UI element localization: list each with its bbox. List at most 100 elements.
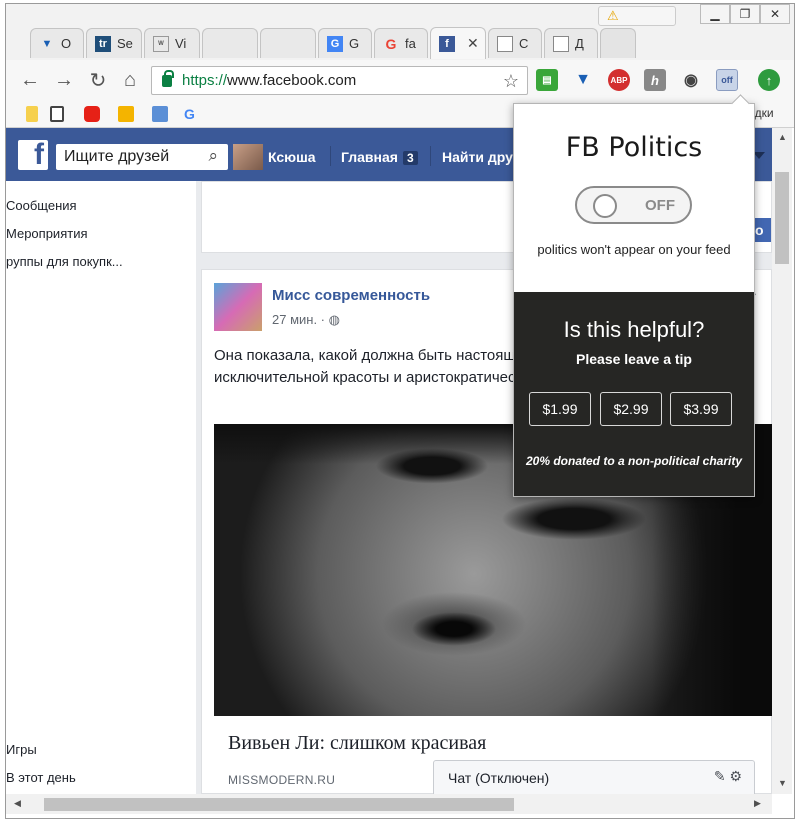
close-tab-icon[interactable]: ✕ bbox=[467, 35, 479, 52]
analytics-icon[interactable] bbox=[118, 106, 134, 122]
user-name-link[interactable]: Ксюша bbox=[268, 149, 316, 165]
link-domain: MISSMODERN.RU bbox=[228, 773, 336, 787]
sidebar-item-games[interactable]: Игры bbox=[6, 742, 37, 757]
charity-note: 20% donated to a non-political charity bbox=[525, 454, 743, 468]
tab-4[interactable] bbox=[202, 28, 258, 58]
bookmark-folder-icon[interactable] bbox=[26, 106, 38, 122]
page-icon bbox=[553, 35, 569, 52]
facebook-icon: f bbox=[439, 35, 455, 52]
post-time-text: 27 мин. · bbox=[272, 312, 329, 327]
post-author-name[interactable]: Мисс современность bbox=[272, 287, 430, 304]
fb-politics-popup: FB Politics OFF politics won't appear on… bbox=[513, 103, 755, 497]
politics-filter-toggle[interactable]: OFF bbox=[575, 186, 692, 224]
tab-label: G bbox=[349, 36, 360, 51]
compose-icon[interactable]: ✎ bbox=[714, 768, 726, 784]
scroll-up-arrow-icon[interactable]: ▲ bbox=[778, 132, 787, 142]
gear-icon[interactable]: ⚙ bbox=[729, 768, 742, 784]
close-window-button[interactable]: ✕ bbox=[760, 4, 790, 24]
home-link[interactable]: Главная 3 bbox=[341, 149, 418, 165]
bookmark-m-icon[interactable] bbox=[50, 106, 64, 122]
tab-label: Vi bbox=[175, 36, 187, 51]
facebook-search-input[interactable]: Ищите друзей ⌕ bbox=[56, 144, 228, 170]
tip-subtitle: Please leave a tip bbox=[576, 351, 692, 367]
tab-2[interactable]: tr Se bbox=[86, 28, 142, 58]
chat-icons: ✎ ⚙ bbox=[714, 768, 742, 785]
tab-10[interactable]: Д bbox=[544, 28, 598, 58]
youtube-icon[interactable] bbox=[84, 106, 100, 122]
find-friends-link[interactable]: Найти дру bbox=[442, 149, 513, 165]
extension-heart-v-icon[interactable]: ▼ bbox=[572, 69, 594, 91]
page-icon bbox=[497, 35, 513, 52]
heart-v-icon: ▼ bbox=[41, 37, 53, 50]
google-translate-icon: G bbox=[327, 35, 343, 52]
tab-1[interactable]: ▼ O bbox=[30, 28, 84, 58]
toggle-knob bbox=[593, 194, 617, 218]
forward-arrow-icon[interactable]: → bbox=[52, 68, 76, 92]
warning-indicator[interactable]: ⚠ bbox=[598, 6, 676, 26]
sidebar-item-messages[interactable]: Сообщения bbox=[6, 198, 77, 213]
search-icon[interactable]: ⌕ bbox=[208, 146, 218, 166]
maximize-button[interactable]: ❐ bbox=[730, 4, 760, 24]
tip-button-3[interactable]: $3.99 bbox=[670, 392, 732, 426]
reload-icon[interactable]: ↻ bbox=[86, 68, 110, 92]
horizontal-scroll-thumb[interactable] bbox=[44, 798, 514, 811]
browser-toolbar: ← → ↻ ⌂ https://www.facebook.com ☆ ▤ ▼ A… bbox=[6, 60, 794, 100]
url-host: www.facebook.com bbox=[227, 72, 357, 89]
sidebar-item-events[interactable]: Мероприятия bbox=[6, 226, 88, 241]
link-title[interactable]: Вивьен Ли: слишком красивая bbox=[228, 732, 486, 755]
tab-label: O bbox=[61, 36, 72, 51]
toggle-state-label: OFF bbox=[645, 197, 675, 214]
lock-icon bbox=[162, 69, 174, 87]
scroll-left-arrow-icon[interactable]: ◀ bbox=[14, 798, 21, 809]
sidebar-item-on-this-day[interactable]: В этот день bbox=[6, 770, 76, 785]
extension-eye-icon[interactable]: ◉ bbox=[680, 69, 702, 91]
warning-icon: ⚠ bbox=[607, 8, 619, 23]
tip-panel: Is this helpful? Please leave a tip $1.9… bbox=[514, 292, 754, 496]
tab-label: C bbox=[519, 36, 529, 51]
google-icon: G bbox=[385, 35, 397, 52]
tab-3[interactable]: W Vi bbox=[144, 28, 200, 58]
extension-h-icon[interactable]: h bbox=[644, 69, 666, 91]
post-timestamp[interactable]: 27 мин. · ◍ bbox=[272, 312, 340, 328]
adblock-plus-icon[interactable]: ABP bbox=[608, 69, 630, 91]
tip-button-2[interactable]: $2.99 bbox=[600, 392, 662, 426]
extension-upload-icon[interactable]: ↑ bbox=[758, 69, 780, 91]
bookmark-calendar-icon[interactable] bbox=[152, 106, 168, 122]
user-avatar[interactable] bbox=[233, 144, 263, 170]
bookmark-star-icon[interactable]: ☆ bbox=[503, 71, 519, 92]
vertical-scroll-thumb[interactable] bbox=[775, 172, 789, 264]
tip-button-1[interactable]: $1.99 bbox=[529, 392, 591, 426]
tab-facebook-active[interactable]: f ✕ bbox=[430, 27, 486, 59]
scroll-right-arrow-icon[interactable]: ▶ bbox=[754, 798, 761, 809]
chat-bar[interactable]: Чат (Отключен) ✎ ⚙ bbox=[433, 760, 755, 794]
url-scheme: https:// bbox=[182, 72, 228, 89]
home-count-badge: 3 bbox=[402, 151, 418, 165]
sidebar-item-groups[interactable]: руппы для покупк... bbox=[6, 254, 123, 269]
tab-label: Se bbox=[117, 36, 133, 51]
google-bookmark-icon[interactable]: G bbox=[184, 106, 200, 122]
tab-5[interactable] bbox=[260, 28, 316, 58]
new-tab-button[interactable] bbox=[600, 28, 636, 58]
post-author-avatar[interactable] bbox=[214, 283, 262, 331]
tab-6[interactable]: G G bbox=[318, 28, 372, 58]
back-arrow-icon[interactable]: ← bbox=[18, 68, 42, 92]
tip-question: Is this helpful? bbox=[563, 317, 705, 342]
fb-politics-extension-icon[interactable]: off bbox=[716, 69, 738, 91]
popup-title: FB Politics bbox=[565, 132, 703, 163]
window-controls: ▁ ❐ ✕ bbox=[700, 4, 790, 24]
tab-label: Д bbox=[575, 36, 584, 51]
vertical-scrollbar[interactable]: ▲ ▼ bbox=[772, 128, 792, 794]
facebook-logo[interactable]: f bbox=[18, 140, 48, 170]
horizontal-scrollbar[interactable]: ◀ ▶ bbox=[6, 794, 772, 814]
watch-time-icon: W bbox=[153, 35, 169, 52]
popup-description: politics won't appear on your feed bbox=[537, 242, 731, 257]
left-sidebar: Сообщения Мероприятия руппы для покупк..… bbox=[6, 181, 196, 794]
tab-7[interactable]: G fa bbox=[374, 28, 428, 58]
address-bar[interactable]: https://www.facebook.com ☆ bbox=[151, 66, 528, 95]
tab-9[interactable]: C bbox=[488, 28, 542, 58]
home-icon[interactable]: ⌂ bbox=[118, 68, 142, 92]
home-label: Главная bbox=[341, 149, 398, 165]
extension-printer-icon[interactable]: ▤ bbox=[536, 69, 558, 91]
minimize-button[interactable]: ▁ bbox=[700, 4, 730, 24]
scroll-down-arrow-icon[interactable]: ▼ bbox=[778, 778, 787, 788]
